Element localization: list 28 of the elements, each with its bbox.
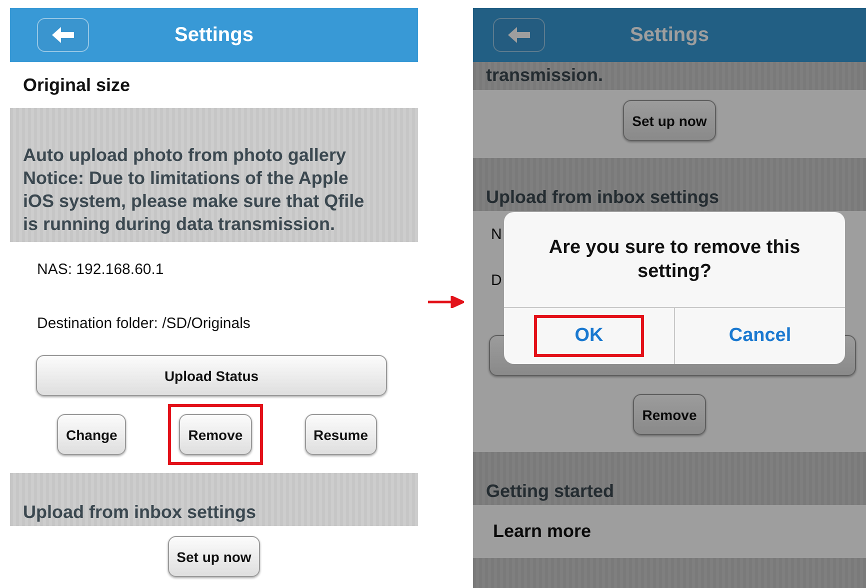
action-button[interactable]: Change bbox=[57, 414, 126, 455]
action-button[interactable]: Set up now bbox=[623, 100, 716, 141]
arrow-icon bbox=[428, 296, 464, 308]
screen-title: Settings bbox=[630, 24, 709, 46]
info-text: D bbox=[491, 270, 502, 290]
back-button[interactable] bbox=[37, 18, 89, 52]
back-button[interactable] bbox=[493, 18, 545, 52]
section-header: Upload from inbox settings bbox=[473, 158, 866, 211]
section-header: Upload from inbox settings bbox=[10, 473, 418, 526]
action-button[interactable]: Set up now bbox=[168, 536, 260, 577]
section-text: transmission. bbox=[473, 62, 866, 90]
section-header: Auto upload photo from photo gallery Notice: Due to limitations of the Apple iOS system, please make sure that Qfile is running during data transmission. bbox=[10, 108, 418, 242]
action-button[interactable]: Remove bbox=[179, 414, 252, 455]
info-text: N bbox=[491, 224, 502, 244]
setting-row[interactable]: Learn more bbox=[473, 505, 866, 558]
screen-title: Settings bbox=[174, 24, 254, 46]
dialog-message: Are you sure to remove this setting? bbox=[548, 236, 802, 284]
action-button[interactable]: Remove bbox=[633, 394, 706, 435]
back-arrow-icon bbox=[508, 27, 530, 43]
setting-row[interactable]: Original size bbox=[10, 62, 418, 108]
back-arrow-icon bbox=[52, 27, 74, 43]
info-text: NAS: 192.168.60.1 bbox=[37, 260, 164, 280]
dialog-button[interactable]: OK bbox=[534, 315, 644, 357]
dialog-button[interactable]: Cancel bbox=[716, 315, 804, 357]
section-header: Getting started bbox=[473, 452, 866, 505]
info-text: Destination folder: /SD/Originals bbox=[37, 314, 250, 334]
wide-button[interactable]: Upload Status bbox=[36, 355, 387, 396]
action-button[interactable]: Resume bbox=[304, 414, 377, 455]
